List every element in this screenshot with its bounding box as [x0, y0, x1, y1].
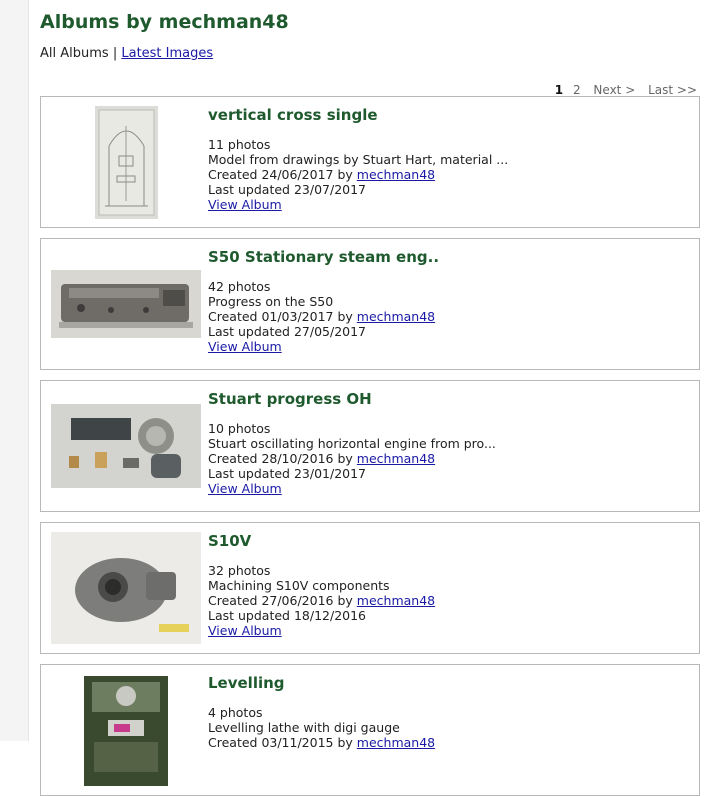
- album-description: Model from drawings by Stuart Hart, mate…: [208, 152, 509, 167]
- view-album-link[interactable]: View Album: [208, 197, 508, 212]
- album-subnav: All Albums | Latest Images: [40, 46, 213, 61]
- album-created-text: Created 03/11/2015 by: [208, 735, 353, 750]
- latest-images-link[interactable]: Latest Images: [121, 46, 213, 61]
- album-thumbnail[interactable]: [51, 97, 201, 227]
- album-info: S50 Stationary steam eng.. 42 photos Pro…: [208, 248, 439, 354]
- album-thumbnail[interactable]: [51, 665, 201, 795]
- album-description: Levelling lathe with digi gauge: [208, 720, 400, 735]
- engine-parts-thumbnail-image[interactable]: [51, 404, 201, 488]
- view-album-link[interactable]: View Album: [208, 623, 435, 638]
- lathe-thumbnail-image[interactable]: [84, 676, 168, 786]
- album-created-text: Created 28/10/2016 by: [208, 451, 353, 466]
- page-1-current: 1: [554, 83, 564, 97]
- album-title[interactable]: S50 Stationary steam eng..: [208, 248, 439, 267]
- album-title[interactable]: S10V: [208, 532, 435, 551]
- last-page-link[interactable]: Last >>: [648, 83, 697, 97]
- album-info: Levelling 4 photos Levelling lathe with …: [208, 674, 435, 750]
- album-created-line: Created 28/10/2016 by mechman48: [208, 451, 496, 466]
- album-title[interactable]: vertical cross single: [208, 106, 508, 125]
- album-created-line: Created 27/06/2016 by mechman48: [208, 593, 435, 608]
- subnav-separator: |: [112, 46, 118, 61]
- album-info: vertical cross single 11 photos Model fr…: [208, 106, 508, 212]
- album-photo-count: 42 photos: [208, 279, 271, 294]
- album-last-updated: Last updated 27/05/2017: [208, 324, 367, 339]
- album-card: vertical cross single 11 photos Model fr…: [40, 96, 700, 228]
- album-thumbnail[interactable]: [51, 239, 201, 369]
- engine-part-thumbnail-image[interactable]: [51, 270, 201, 338]
- album-title[interactable]: Stuart progress OH: [208, 390, 496, 409]
- album-photo-count: 11 photos: [208, 137, 271, 152]
- album-info: S10V 32 photos Machining S10V components…: [208, 532, 435, 638]
- album-card: Levelling 4 photos Levelling lathe with …: [40, 664, 700, 796]
- drawing-thumbnail-image[interactable]: [94, 105, 158, 219]
- page-2-link[interactable]: 2: [573, 83, 581, 97]
- album-created-line: Created 01/03/2017 by mechman48: [208, 309, 439, 324]
- album-card: S50 Stationary steam eng.. 42 photos Pro…: [40, 238, 700, 370]
- album-description: Progress on the S50: [208, 294, 334, 309]
- album-created-text: Created 27/06/2016 by: [208, 593, 353, 608]
- album-created-line: Created 24/06/2017 by mechman48: [208, 167, 508, 182]
- album-card: Stuart progress OH 10 photos Stuart osci…: [40, 380, 700, 512]
- album-author-link[interactable]: mechman48: [357, 309, 435, 324]
- album-author-link[interactable]: mechman48: [357, 451, 435, 466]
- album-thumbnail[interactable]: [51, 523, 201, 653]
- all-albums-label: All Albums: [40, 46, 109, 61]
- album-photo-count: 4 photos: [208, 705, 263, 720]
- view-album-link[interactable]: View Album: [208, 481, 496, 496]
- album-photo-count: 10 photos: [208, 421, 271, 436]
- album-created-line: Created 03/11/2015 by mechman48: [208, 735, 435, 750]
- page-title: Albums by mechman48: [40, 11, 289, 33]
- album-created-text: Created 01/03/2017 by: [208, 309, 353, 324]
- album-last-updated: Last updated 18/12/2016: [208, 608, 367, 623]
- album-description: Machining S10V components: [208, 578, 390, 593]
- album-author-link[interactable]: mechman48: [357, 593, 435, 608]
- album-info: Stuart progress OH 10 photos Stuart osci…: [208, 390, 496, 496]
- album-author-link[interactable]: mechman48: [357, 735, 435, 750]
- album-created-text: Created 24/06/2017 by: [208, 167, 353, 182]
- machined-part-thumbnail-image[interactable]: [51, 532, 201, 644]
- album-title[interactable]: Levelling: [208, 674, 435, 693]
- album-description: Stuart oscillating horizontal engine fro…: [208, 436, 496, 451]
- album-last-updated: Last updated 23/01/2017: [208, 466, 367, 481]
- album-thumbnail[interactable]: [51, 381, 201, 511]
- left-margin-strip: [0, 0, 29, 741]
- pagination: 1 2 Next > Last >>: [549, 83, 697, 97]
- album-author-link[interactable]: mechman48: [357, 167, 435, 182]
- next-page-link[interactable]: Next >: [593, 83, 635, 97]
- view-album-link[interactable]: View Album: [208, 339, 439, 354]
- album-photo-count: 32 photos: [208, 563, 271, 578]
- album-last-updated: Last updated 23/07/2017: [208, 182, 367, 197]
- album-card: S10V 32 photos Machining S10V components…: [40, 522, 700, 654]
